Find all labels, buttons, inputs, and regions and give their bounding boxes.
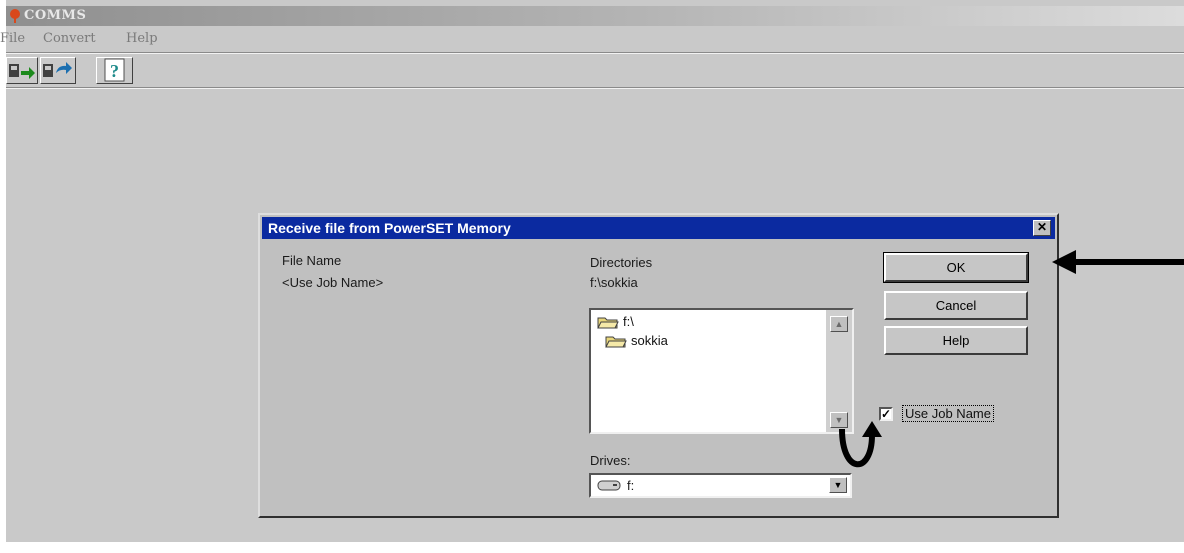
scroll-up-button[interactable]: ▲ — [830, 316, 848, 332]
menu-file[interactable]: File — [0, 31, 25, 46]
drives-label: Drives: — [590, 453, 631, 468]
dir-item-root-label: f:\ — [623, 314, 634, 329]
svg-text:?: ? — [110, 61, 119, 81]
open-folder-icon — [605, 336, 627, 348]
comms-window: COMMS File Convert Help ? Receive file f… — [0, 0, 1184, 542]
receive-file-button[interactable] — [6, 57, 38, 84]
toolbar-help-button[interactable]: ? — [96, 57, 133, 84]
dir-item-sokkia-label: sokkia — [631, 333, 668, 348]
dir-item-sokkia[interactable]: sokkia — [605, 333, 668, 348]
directories-listbox[interactable]: f:\ sokkia ▲ ▼ — [589, 308, 854, 434]
directories-label: Directories — [590, 255, 653, 270]
send-file-button[interactable] — [40, 57, 76, 84]
drives-dropdown-button[interactable]: ▼ — [829, 477, 847, 493]
app-icon — [10, 9, 20, 23]
drives-combobox[interactable]: f: ▼ — [589, 473, 852, 498]
ok-button[interactable]: OK — [883, 252, 1029, 283]
dir-item-root[interactable]: f:\ — [597, 314, 634, 329]
dialog-close-button[interactable]: ✕ — [1033, 220, 1051, 236]
file-name-value[interactable]: <Use Job Name> — [282, 275, 383, 290]
window-title-bar[interactable]: COMMS — [6, 6, 1184, 26]
file-name-label-text: File Name — [282, 253, 342, 268]
curved-arrow-annotation — [839, 421, 882, 468]
menu-bar: File Convert Help — [0, 28, 1184, 50]
toolbar-separator-highlight — [6, 88, 1184, 89]
dialog-title: Receive file from PowerSET Memory — [268, 220, 511, 236]
menu-help[interactable]: Help — [126, 31, 158, 46]
arrow-annotation — [1052, 250, 1184, 274]
send-file-icon — [43, 62, 72, 77]
help-button[interactable]: Help — [884, 326, 1028, 355]
window-title: COMMS — [24, 8, 87, 23]
dialog-title-bar[interactable]: Receive file from PowerSET Memory ✕ — [262, 217, 1055, 239]
current-directory: f:\sokkia — [590, 275, 638, 290]
drive-icon — [597, 480, 621, 491]
receive-file-dialog: Receive file from PowerSET Memory ✕ File… — [258, 213, 1059, 518]
help-icon: ? — [104, 58, 125, 82]
drive-value: f: — [627, 478, 635, 493]
use-job-name-label[interactable]: Use Job Name — [902, 405, 994, 422]
directories-scrollbar[interactable]: ▲ ▼ — [826, 310, 852, 432]
menu-separator-highlight — [6, 53, 1184, 54]
menu-convert[interactable]: Convert — [43, 31, 96, 46]
cancel-button[interactable]: Cancel — [884, 291, 1028, 320]
receive-file-icon — [9, 64, 35, 79]
open-folder-icon — [597, 317, 619, 329]
file-name-label: File Name — [282, 253, 341, 268]
